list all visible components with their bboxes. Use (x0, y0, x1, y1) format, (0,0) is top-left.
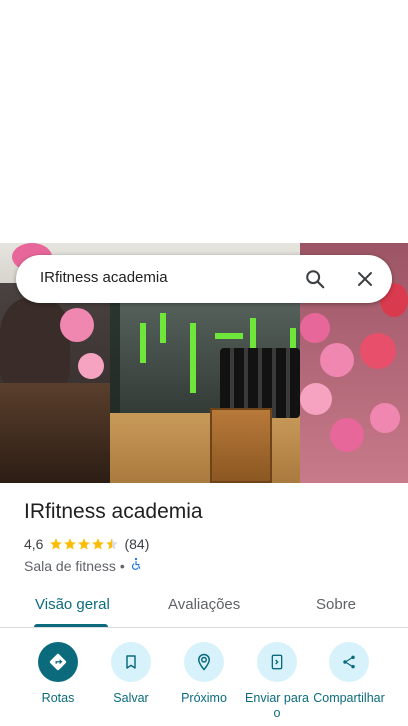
rating-stars (49, 537, 119, 551)
active-tab-indicator (34, 624, 108, 627)
save-label: Salvar (113, 691, 149, 705)
share-button[interactable]: Compartilhar (312, 642, 386, 706)
send-to-phone-button[interactable]: Enviar para o (240, 642, 314, 721)
directions-label: Rotas (41, 691, 75, 705)
nearby-label: Próximo (181, 691, 227, 705)
save-button[interactable]: Salvar (94, 642, 168, 706)
action-bar: Rotas Salvar Próximo Enviar para o Compa… (0, 640, 408, 726)
wheelchair-icon (129, 557, 143, 574)
tab-bar: Visão geral Avaliações Sobre (0, 584, 408, 628)
star-icon (64, 538, 77, 550)
send-to-phone-icon (257, 642, 297, 682)
bookmark-icon (111, 642, 151, 682)
star-icon (92, 538, 105, 550)
rating-row[interactable]: 4,6 (84) (24, 536, 149, 552)
tab-overview[interactable]: Visão geral (35, 596, 110, 613)
tab-reviews[interactable]: Avaliações (168, 596, 240, 613)
search-icon[interactable] (300, 264, 330, 294)
share-label: Compartilhar (313, 691, 385, 705)
send-to-phone-label: Enviar para o (245, 691, 309, 720)
separator: • (119, 557, 125, 574)
rating-value: 4,6 (24, 536, 44, 552)
tab-about[interactable]: Sobre (316, 596, 356, 613)
search-input[interactable]: IRfitness academia (40, 269, 168, 286)
place-title: IRfitness academia (24, 500, 203, 523)
directions-button[interactable]: Rotas (21, 642, 95, 706)
map-area-blank (0, 0, 408, 243)
directions-icon (38, 642, 78, 682)
review-count: (84) (124, 536, 150, 552)
category-row: Sala de fitness • (24, 557, 143, 574)
nearby-icon (184, 642, 224, 682)
close-icon[interactable] (350, 264, 380, 294)
search-bar[interactable]: IRfitness academia (16, 255, 392, 303)
place-category: Sala de fitness (24, 557, 116, 574)
star-icon (78, 538, 91, 550)
star-icon (50, 538, 63, 550)
share-icon (329, 642, 369, 682)
nearby-button[interactable]: Próximo (167, 642, 241, 706)
half-star-icon (106, 538, 119, 550)
